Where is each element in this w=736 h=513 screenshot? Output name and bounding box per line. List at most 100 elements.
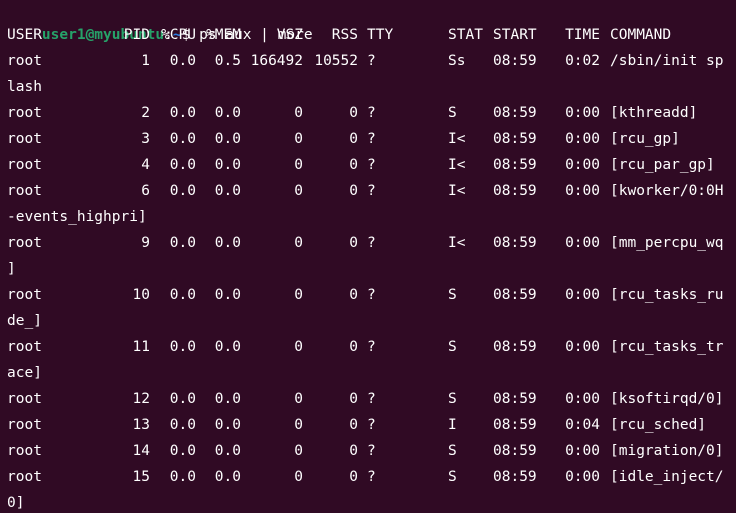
cell-time: 0:00 (565, 235, 600, 251)
cell-pid: 10 (132, 287, 150, 303)
table-row: root 11 0.0 0.0 0 0? S 08:59 0:00 [rcu_tasks_tr (7, 334, 736, 360)
cell-tty: ? (367, 235, 376, 251)
table-row: root 9 0.0 0.0 0 0? I< 08:59 0:00 [mm_percpu_wq (7, 230, 736, 256)
cell-cpu: 0.0 (169, 131, 196, 147)
header-rss: RSS (331, 27, 358, 43)
cell-pid: 6 (141, 183, 150, 199)
cell-pid: 2 (141, 105, 150, 121)
cell-stat: I< (448, 131, 466, 147)
cell-rss: 0 (349, 391, 358, 407)
cell-command: [rcu_tasks_ru (610, 287, 724, 303)
header-tty: TTY (367, 27, 394, 43)
cell-mem: 0.0 (214, 287, 241, 303)
cell-vsz: 166492 (250, 53, 303, 69)
table-header: USER PID %CPU %MEM VSZ RSS TTY STAT START TIME COM… (7, 22, 736, 48)
cell-time: 0:00 (565, 131, 600, 147)
table-row: root 10 0.0 0.0 0 0? S 08:59 0:00 [rcu_tasks_ru (7, 282, 736, 308)
cell-command: [kworker/0:0H (610, 183, 724, 199)
cell-user: root (7, 417, 42, 433)
cell-start: 08:59 (493, 53, 537, 69)
cell-user: root (7, 157, 42, 173)
table-row: root 2 0.0 0.0 0 0? S 08:59 0:00 [kthreadd] (7, 100, 736, 126)
cell-start: 08:59 (493, 287, 537, 303)
cell-cpu: 0.0 (169, 287, 196, 303)
cell-cpu: 0.0 (169, 443, 196, 459)
terminal-window[interactable]: user1@myubuntu:~$ ps aux | more USER PID%… (0, 0, 736, 513)
cell-start: 08:59 (493, 469, 537, 485)
cell-tty: ? (367, 391, 376, 407)
cell-user: root (7, 339, 42, 355)
cell-rss: 0 (349, 287, 358, 303)
cell-command: [rcu_sched] (610, 417, 707, 433)
cell-command: [idle_inject/ (610, 469, 724, 485)
cell-time: 0:00 (565, 183, 600, 199)
cell-time: 0:00 (565, 157, 600, 173)
cell-tty: ? (367, 131, 376, 147)
command-wrap-line: ] (7, 261, 16, 277)
command-wrap-line: lash (7, 79, 42, 95)
cell-start: 08:59 (493, 183, 537, 199)
cell-rss: 10552 (314, 53, 358, 69)
table-row: root 12 0.0 0.0 0 0? S 08:59 0:00 [ksoftirqd/0] (7, 386, 736, 412)
header-pid: PID (123, 27, 150, 43)
cell-pid: 14 (132, 443, 150, 459)
cell-start: 08:59 (493, 417, 537, 433)
command-wrap-line: -events_highpri] (7, 209, 147, 225)
cell-tty: ? (367, 105, 376, 121)
command-wrap-line: de_] (7, 313, 42, 329)
cell-vsz: 0 (294, 235, 303, 251)
cell-start: 08:59 (493, 443, 537, 459)
cell-pid: 15 (132, 469, 150, 485)
cell-cpu: 0.0 (169, 469, 196, 485)
cell-rss: 0 (349, 339, 358, 355)
cell-command: [migration/0] (610, 443, 724, 459)
cell-stat: I (448, 417, 457, 433)
cell-tty: ? (367, 53, 376, 69)
cell-time: 0:02 (565, 53, 600, 69)
cell-vsz: 0 (294, 469, 303, 485)
cell-user: root (7, 131, 42, 147)
header-command: COMMAND (610, 27, 672, 43)
cell-user: root (7, 443, 42, 459)
cell-cpu: 0.0 (169, 339, 196, 355)
header-pct-mem: %MEM (206, 27, 241, 43)
cell-pid: 3 (141, 131, 150, 147)
cell-vsz: 0 (294, 183, 303, 199)
table-row: root 6 0.0 0.0 0 0? I< 08:59 0:00 [kworker/0:0H (7, 178, 736, 204)
command-wrap-line: ace] (7, 365, 42, 381)
cell-cpu: 0.0 (169, 53, 196, 69)
cell-time: 0:00 (565, 443, 600, 459)
cell-user: root (7, 235, 42, 251)
cell-cpu: 0.0 (169, 183, 196, 199)
cell-cpu: 0.0 (169, 105, 196, 121)
cell-mem: 0.0 (214, 469, 241, 485)
cell-user: root (7, 391, 42, 407)
cell-mem: 0.0 (214, 391, 241, 407)
cell-rss: 0 (349, 469, 358, 485)
cell-stat: I< (448, 157, 466, 173)
cell-mem: 0.0 (214, 105, 241, 121)
cell-stat: S (448, 105, 457, 121)
cell-stat: S (448, 287, 457, 303)
cell-vsz: 0 (294, 443, 303, 459)
cell-stat: I< (448, 183, 466, 199)
cell-rss: 0 (349, 235, 358, 251)
cell-start: 08:59 (493, 391, 537, 407)
cell-stat: S (448, 339, 457, 355)
cell-time: 0:00 (565, 105, 600, 121)
table-row: root 13 0.0 0.0 0 0? I 08:59 0:04 [rcu_sched] (7, 412, 736, 438)
header-stat: STAT (448, 27, 483, 43)
cell-command: [rcu_gp] (610, 131, 680, 147)
cell-cpu: 0.0 (169, 417, 196, 433)
cell-command: [kthreadd] (610, 105, 698, 121)
cell-vsz: 0 (294, 131, 303, 147)
cell-user: root (7, 469, 42, 485)
cell-pid: 12 (132, 391, 150, 407)
header-start: START (493, 27, 537, 43)
cell-tty: ? (367, 287, 376, 303)
cell-command: [rcu_par_gp] (610, 157, 715, 173)
cell-mem: 0.0 (214, 183, 241, 199)
cell-mem: 0.0 (214, 157, 241, 173)
table-row: root 1 0.0 0.5 166492 10552? Ss 08:59 0:02/sbin/… (7, 48, 736, 74)
cell-tty: ? (367, 469, 376, 485)
